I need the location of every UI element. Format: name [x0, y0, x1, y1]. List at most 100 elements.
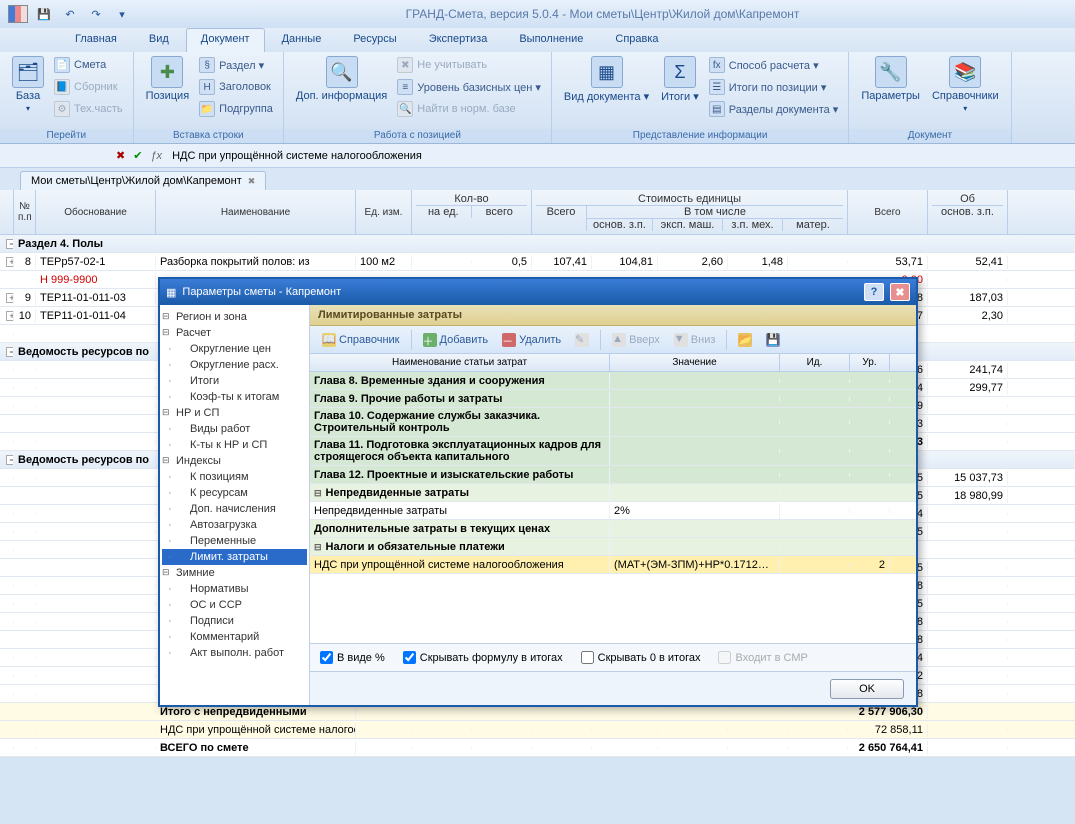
formula-bar: ✖ ✔ ƒx — [0, 144, 1075, 168]
subgroup-button[interactable]: 📁Подгруппа — [195, 98, 277, 120]
cancel-icon[interactable]: ✖ — [116, 149, 125, 162]
tree-item[interactable]: К позициям — [162, 469, 307, 485]
list-item[interactable]: Глава 12. Проектные и изыскательские раб… — [310, 466, 916, 484]
section-button[interactable]: §Раздел ▾ — [195, 54, 277, 76]
ribbon-tab-3[interactable]: Данные — [267, 28, 337, 52]
ribbon: 🗂База▾ 📄Смета 📘Сборник ⚙Тех.часть Перейт… — [0, 52, 1075, 144]
find-button[interactable]: 🔍Найти в норм. базе — [393, 98, 545, 120]
level-button[interactable]: ≡Уровень базисных цен ▾ — [393, 76, 545, 98]
list-item[interactable]: Глава 9. Прочие работы и затраты — [310, 390, 916, 408]
tree-item[interactable]: Нормативы — [162, 581, 307, 597]
smeta-button[interactable]: 📄Смета — [50, 54, 127, 76]
fx-icon: ƒx — [150, 150, 162, 162]
tree-item[interactable]: Регион и зона — [162, 309, 307, 325]
calcmethod-button[interactable]: fxСпособ расчета ▾ — [705, 54, 843, 76]
tree-item[interactable]: Автозагрузка — [162, 517, 307, 533]
arrow-up-icon: ▲ — [612, 333, 626, 347]
check-smr: Входит в СМР — [718, 651, 807, 664]
pane-title: Лимитированные затраты — [310, 305, 916, 326]
ribbon-tab-7[interactable]: Справка — [600, 28, 673, 52]
ribbon-tab-2[interactable]: Документ — [186, 28, 265, 52]
tree-item[interactable]: Расчет — [162, 325, 307, 341]
tree-item[interactable]: Лимит. затраты — [162, 549, 307, 565]
info-button[interactable]: 🔍Доп. информация — [290, 54, 393, 104]
postotals-button[interactable]: ☰Итоги по позиции ▾ — [705, 76, 843, 98]
position-button[interactable]: ✚Позиция — [140, 54, 196, 104]
delete-button[interactable]: －Удалить — [496, 330, 567, 350]
add-button[interactable]: ＋Добавить — [417, 330, 495, 350]
ribbon-tab-4[interactable]: Ресурсы — [338, 28, 411, 52]
tree-item[interactable]: Индексы — [162, 453, 307, 469]
tree-item[interactable]: Виды работ — [162, 421, 307, 437]
disk-icon: 💾 — [766, 333, 780, 347]
dialog-titlebar[interactable]: ▦ Параметры сметы - Капремонт ? ✖ — [160, 279, 916, 305]
list-item[interactable]: Непредвиденные затраты2% — [310, 502, 916, 520]
help-icon[interactable]: ? — [864, 283, 884, 301]
dialog-toolbar: 📖Справочник ＋Добавить －Удалить ✎ ▲Вверх … — [310, 326, 916, 354]
tree-item[interactable]: НР и СП — [162, 405, 307, 421]
table-row[interactable]: ВСЕГО по смете2 650 764,41 — [0, 739, 1075, 757]
dialog-grid-header: Наименование статьи затрат Значение Ид. … — [310, 354, 916, 372]
list-item[interactable]: ⊟Налоги и обязательные платежи — [310, 538, 916, 556]
tree-item[interactable]: Доп. начисления — [162, 501, 307, 517]
tree-item[interactable]: Комментарий — [162, 629, 307, 645]
up-button[interactable]: ▲Вверх — [606, 330, 666, 350]
header-button[interactable]: HЗаголовок — [195, 76, 277, 98]
list-item[interactable]: Глава 8. Временные здания и сооружения — [310, 372, 916, 390]
tree-item[interactable]: Акт выполн. работ — [162, 645, 307, 661]
dialog-grid[interactable]: Глава 8. Временные здания и сооруженияГл… — [310, 372, 916, 643]
totals-button[interactable]: ΣИтоги ▾ — [655, 54, 705, 105]
close-icon[interactable]: ✖ — [890, 283, 910, 301]
tree-item[interactable]: Округление расх. — [162, 357, 307, 373]
tree-item[interactable]: Коэф-ты к итогам — [162, 389, 307, 405]
save-button[interactable]: 💾 — [760, 330, 786, 350]
qat-more-icon[interactable]: ▾ — [112, 4, 132, 24]
check-percent[interactable]: В виде % — [320, 651, 385, 664]
list-item[interactable]: Глава 11. Подготовка эксплуатационных ка… — [310, 437, 916, 466]
undo-icon[interactable]: ↶ — [60, 4, 80, 24]
tree-item[interactable]: К-ты к НР и СП — [162, 437, 307, 453]
list-item[interactable]: Дополнительные затраты в текущих ценах — [310, 520, 916, 538]
tree-item[interactable]: Подписи — [162, 613, 307, 629]
docsections-button[interactable]: ▤Разделы документа ▾ — [705, 98, 843, 120]
tree-item[interactable]: К ресурсам — [162, 485, 307, 501]
formula-input[interactable] — [170, 148, 1067, 164]
accept-icon[interactable]: ✔ — [133, 149, 142, 162]
table-row[interactable]: −Раздел 4. Полы — [0, 235, 1075, 253]
tree-item[interactable]: Переменные — [162, 533, 307, 549]
edit-button[interactable]: ✎ — [569, 330, 595, 350]
list-item[interactable]: НДС при упрощённой системе налогообложен… — [310, 556, 916, 574]
doc-tab[interactable]: Мои сметы\Центр\Жилой дом\Капремонт✖ — [20, 171, 266, 190]
tree-item[interactable]: Округление цен — [162, 341, 307, 357]
ribbon-tab-1[interactable]: Вид — [134, 28, 184, 52]
save-icon[interactable]: 💾 — [34, 4, 54, 24]
sigma-icon: Σ — [664, 56, 696, 88]
redo-icon[interactable]: ↷ — [86, 4, 106, 24]
tree-item[interactable]: Зимние — [162, 565, 307, 581]
base-button[interactable]: 🗂База▾ — [6, 54, 50, 115]
ignore-button[interactable]: ✖Не учитывать — [393, 54, 545, 76]
ribbon-tab-6[interactable]: Выполнение — [504, 28, 598, 52]
ribbon-tab-0[interactable]: Главная — [60, 28, 132, 52]
refs-button[interactable]: 📚Справочники▾ — [926, 54, 1005, 115]
ribbon-tab-5[interactable]: Экспертиза — [414, 28, 503, 52]
ok-button[interactable]: OK — [830, 679, 904, 699]
check-hidezero[interactable]: Скрывать 0 в итогах — [581, 651, 701, 664]
ref-button[interactable]: 📖Справочник — [316, 330, 406, 350]
docview-button[interactable]: ▦Вид документа ▾ — [558, 54, 655, 105]
tree-item[interactable]: Итоги — [162, 373, 307, 389]
open-button[interactable]: 📂 — [732, 330, 758, 350]
titlebar: 💾 ↶ ↷ ▾ ГРАНД-Смета, версия 5.0.4 - Мои … — [0, 0, 1075, 28]
tech-button[interactable]: ⚙Тех.часть — [50, 98, 127, 120]
list-item[interactable]: Глава 10. Содержание службы заказчика. С… — [310, 408, 916, 437]
table-row[interactable]: НДС при упрощённой системе налогообложен… — [0, 721, 1075, 739]
params-button[interactable]: 🔧Параметры — [855, 54, 926, 104]
sbornik-button[interactable]: 📘Сборник — [50, 76, 127, 98]
doc-tabs: Мои сметы\Центр\Жилой дом\Капремонт✖ — [0, 168, 1075, 190]
list-item[interactable]: ⊟Непредвиденные затраты — [310, 484, 916, 502]
down-button[interactable]: ▼Вниз — [668, 330, 722, 350]
tree-item[interactable]: ОС и ССР — [162, 597, 307, 613]
close-icon[interactable]: ✖ — [248, 176, 256, 187]
check-hideformula[interactable]: Скрывать формулу в итогах — [403, 651, 563, 664]
table-row[interactable]: +8ТЕРр57-02-1Разборка покрытий полов: из… — [0, 253, 1075, 271]
